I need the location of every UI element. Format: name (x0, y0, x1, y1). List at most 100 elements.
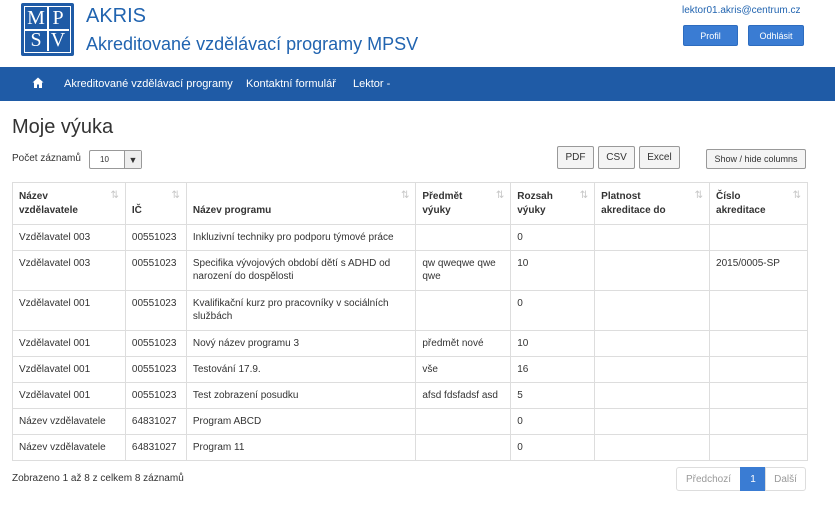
cell-subject (415, 434, 512, 461)
table-row[interactable]: Vzdělavatel 001 00551023 Kvalifikační ku… (12, 290, 808, 331)
cell-program: Program 11 (185, 434, 417, 461)
cell-ic: 00551023 (124, 356, 187, 383)
pagination-next[interactable]: Další (765, 467, 806, 491)
user-email: lektor01.akris@centrum.cz (682, 5, 801, 16)
cell-validity (594, 290, 711, 331)
header: M P S V AKRIS Akreditované vzdělávací pr… (0, 0, 835, 67)
cell-provider: Název vzdělavatele (12, 408, 126, 435)
cell-accreditation-number (709, 330, 808, 357)
cell-accreditation-number (709, 434, 808, 461)
sort-icon: ⇅ (400, 190, 410, 201)
cell-subject: předmět nové (415, 330, 512, 357)
cell-scope: 0 (510, 434, 596, 461)
cell-provider: Vzdělavatel 001 (12, 290, 126, 331)
cell-subject: qw qweqwe qwe qwe (415, 250, 512, 291)
cell-subject: vše (415, 356, 512, 383)
sort-icon: ⇅ (495, 190, 505, 201)
cell-accreditation-number (709, 356, 808, 383)
cell-scope: 10 (510, 250, 596, 291)
cell-subject (415, 408, 512, 435)
pagination-previous[interactable]: Předchozí (676, 467, 741, 491)
cell-scope: 0 (510, 290, 596, 331)
cell-provider: Název vzdělavatele (12, 434, 126, 461)
cell-program: Testování 17.9. (185, 356, 417, 383)
cell-scope: 5 (510, 382, 596, 409)
logo-letter: V (50, 29, 66, 51)
logo-letter: P (52, 7, 64, 29)
cell-provider: Vzdělavatel 001 (12, 356, 126, 383)
table-row[interactable]: Vzdělavatel 001 00551023 Test zobrazení … (12, 382, 808, 409)
cell-scope: 0 (510, 224, 596, 251)
table-row[interactable]: Název vzdělavatele 64831027 Program ABCD… (12, 408, 808, 435)
sort-icon: ⇅ (792, 190, 801, 201)
cell-accreditation-number (709, 408, 808, 435)
table-header-row: Název vzdělavatele ⇅ IČ ⇅ Název programu ⇅ P… (12, 182, 808, 225)
table-row[interactable]: Vzdělavatel 003 00551023 Specifika vývoj… (12, 250, 808, 291)
profile-button[interactable]: Profil (683, 25, 738, 46)
table-row[interactable]: Vzdělavatel 001 00551023 Nový název prog… (12, 330, 808, 357)
export-pdf-button[interactable]: PDF (557, 146, 594, 169)
cell-validity (594, 382, 711, 409)
cell-validity (594, 356, 711, 383)
cell-program: Test zobrazení posudku (185, 382, 417, 409)
cell-program: Inkluzivní techniky pro podporu týmové p… (185, 224, 417, 251)
page-title: Moje výuka (12, 116, 114, 138)
table-row[interactable]: Název vzdělavatele 64831027 Program 11 0 (12, 434, 808, 461)
cell-provider: Vzdělavatel 001 (12, 330, 126, 357)
records-per-page-select[interactable]: 10 ▼ (89, 150, 142, 169)
column-header-validity[interactable]: Platnost akreditace do ⇅ (594, 182, 711, 225)
column-header-scope[interactable]: Rozsah výuky ⇅ (510, 182, 596, 225)
cell-ic: 00551023 (124, 224, 187, 251)
cell-program: Nový název programu 3 (185, 330, 417, 357)
cell-provider: Vzdělavatel 001 (12, 382, 126, 409)
chevron-down-icon: ▼ (124, 151, 141, 168)
mpsv-logo[interactable]: M P S V (21, 3, 74, 56)
logo-letter: M (27, 7, 45, 29)
export-csv-button[interactable]: CSV (598, 146, 635, 169)
nav-item-contact-form[interactable]: Kontaktní formulář (246, 78, 336, 90)
cell-validity (594, 330, 711, 357)
export-excel-button[interactable]: Excel (639, 146, 680, 169)
cell-ic: 00551023 (124, 250, 187, 291)
cell-ic: 00551023 (124, 290, 187, 331)
cell-accreditation-number (709, 290, 808, 331)
cell-accreditation-number: 2015/0005-SP (709, 250, 808, 291)
sort-icon: ⇅ (579, 190, 589, 201)
cell-subject: afsd fdsfadsf asd (415, 382, 512, 409)
cell-scope: 0 (510, 408, 596, 435)
records-per-page-label: Počet záznamů (12, 153, 81, 164)
cell-subject (415, 290, 512, 331)
pagination-page-1[interactable]: 1 (740, 467, 766, 491)
cell-ic: 64831027 (124, 408, 187, 435)
app-title[interactable]: AKRIS (86, 5, 146, 28)
cell-validity (594, 250, 711, 291)
cell-program: Kvalifikační kurz pro pracovníky v sociá… (185, 290, 417, 331)
cell-provider: Vzdělavatel 003 (12, 250, 126, 291)
column-header-ic[interactable]: IČ ⇅ (124, 182, 187, 225)
column-header-program[interactable]: Název programu ⇅ (185, 182, 417, 225)
sort-icon: ⇅ (171, 190, 180, 201)
cell-accreditation-number (709, 382, 808, 409)
logout-button[interactable]: Odhlásit (748, 25, 804, 46)
home-icon[interactable] (32, 77, 44, 89)
cell-validity (594, 224, 711, 251)
column-header-accreditation-number[interactable]: Číslo akreditace ⇅ (709, 182, 808, 225)
show-hide-columns-button[interactable]: Show / hide columns (706, 149, 806, 169)
column-header-subject[interactable]: Předmět výuky ⇅ (415, 182, 512, 225)
cell-ic: 64831027 (124, 434, 187, 461)
cell-program: Program ABCD (185, 408, 417, 435)
nav-item-programs[interactable]: Akreditované vzdělávací programy (64, 78, 233, 90)
app-subtitle: Akreditované vzdělávací programy MPSV (86, 34, 419, 54)
table-row[interactable]: Vzdělavatel 001 00551023 Testování 17.9.… (12, 356, 808, 383)
cell-subject (415, 224, 512, 251)
cell-scope: 16 (510, 356, 596, 383)
logo-letter: S (30, 29, 42, 51)
table-row[interactable]: Vzdělavatel 003 00551023 Inkluzivní tech… (12, 224, 808, 251)
records-per-page-value: 10 (100, 155, 109, 164)
nav-item-lektor-dropdown[interactable]: Lektor - (353, 78, 390, 90)
cell-program: Specifika vývojových období dětí s ADHD … (185, 250, 417, 291)
main-navbar: Akreditované vzdělávací programy Kontakt… (0, 67, 835, 101)
table-summary: Zobrazeno 1 až 8 z celkem 8 záznamů (12, 473, 184, 484)
cell-provider: Vzdělavatel 003 (12, 224, 126, 251)
column-header-provider[interactable]: Název vzdělavatele ⇅ (12, 182, 126, 225)
